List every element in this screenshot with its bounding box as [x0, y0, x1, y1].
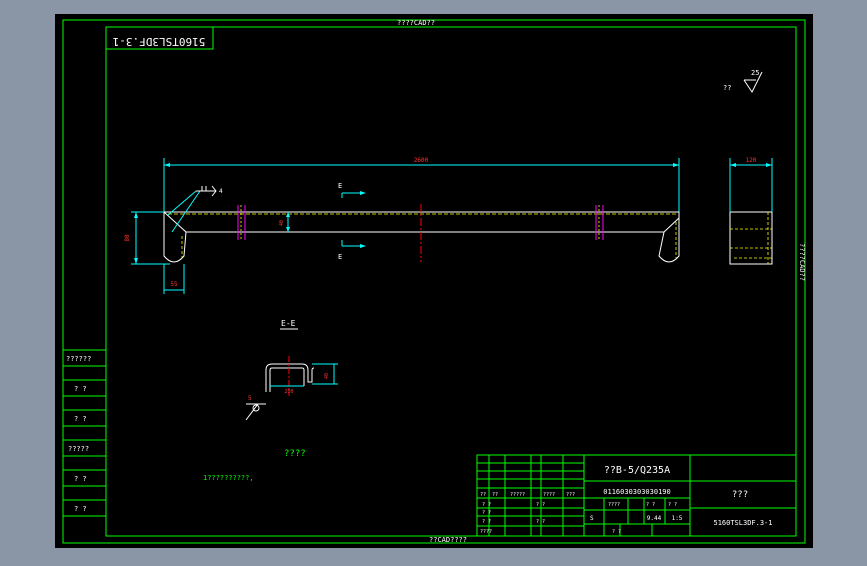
weld-symbol-number: 4: [219, 188, 223, 195]
roughness-prefix: ??: [723, 84, 731, 92]
notes-heading: ????: [284, 449, 306, 459]
bottom-frame-label: ??CAD????: [429, 536, 467, 544]
notes-line-1: 1??????????,: [203, 474, 254, 482]
sheet-background: [55, 14, 813, 548]
side-width-dim-text: 120: [746, 157, 757, 164]
top-frame-label: ????CAD??: [397, 19, 435, 27]
tb-scale: 1:5: [672, 515, 683, 522]
left-strip-label-2: ? ?: [74, 385, 87, 393]
tb-stage: S: [590, 515, 594, 522]
tb-header-4: ????: [543, 492, 555, 498]
section-height-dim: 40: [324, 373, 330, 379]
inner-dim-text: 40: [279, 220, 285, 226]
tb-row-4: ????: [480, 529, 492, 535]
tb-part-name: ???: [732, 490, 748, 500]
section-title: E-E: [281, 319, 296, 328]
tb-mid-2: ? ?: [646, 502, 655, 508]
left-strip-label-1: ??????: [66, 355, 91, 363]
tb-code: 0116030303030190: [603, 488, 670, 496]
tb-row-3: ? ?: [482, 519, 491, 525]
drawing-sheet: ????CAD?? ??CAD???? ????CAD?? 5160TSL3DF…: [55, 14, 813, 548]
section-marker-bottom: E: [338, 253, 342, 261]
tb-drawing-number: 5160TSL3DF.3-1: [713, 519, 772, 527]
tb-header-3: ?????: [510, 492, 525, 498]
tb-row-1: ? ?: [482, 502, 491, 508]
section-thickness-dim: 5: [248, 395, 252, 402]
tb-header-5: ???: [566, 492, 575, 498]
tb-header-2: ??: [492, 492, 498, 498]
length-dim-text: 2600: [414, 157, 429, 164]
left-strip-label-3: ? ?: [74, 415, 87, 423]
tb-mid-1: ????: [608, 502, 620, 508]
tb-page-3: ? ?: [612, 529, 621, 535]
section-width-dim: 200: [284, 389, 293, 395]
tb-header-1: ??: [480, 492, 486, 498]
flipped-drawing-number: 5160TSL3DF.3-1: [113, 35, 206, 48]
tb-weight: 9.44: [647, 515, 662, 522]
tb-material: ??B-5/Q235A: [604, 465, 670, 476]
left-strip-label-6: ? ?: [74, 505, 87, 513]
tb-page-2: ? ?: [536, 519, 545, 525]
section-marker-top: E: [338, 182, 342, 190]
height-dim-text: 80: [124, 234, 131, 242]
right-frame-label: ????CAD??: [798, 243, 806, 281]
tb-page-1: ? ?: [536, 502, 545, 508]
left-strip-label-5: ? ?: [74, 475, 87, 483]
tb-row-2: ? ?: [482, 510, 491, 516]
bend-dim-text: 55: [170, 281, 178, 288]
cad-drawing-window: ????CAD?? ??CAD???? ????CAD?? 5160TSL3DF…: [0, 0, 867, 562]
roughness-value: 25: [751, 69, 759, 77]
left-strip-label-4: ?????: [68, 445, 89, 453]
tb-mid-3: ? ?: [668, 502, 677, 508]
